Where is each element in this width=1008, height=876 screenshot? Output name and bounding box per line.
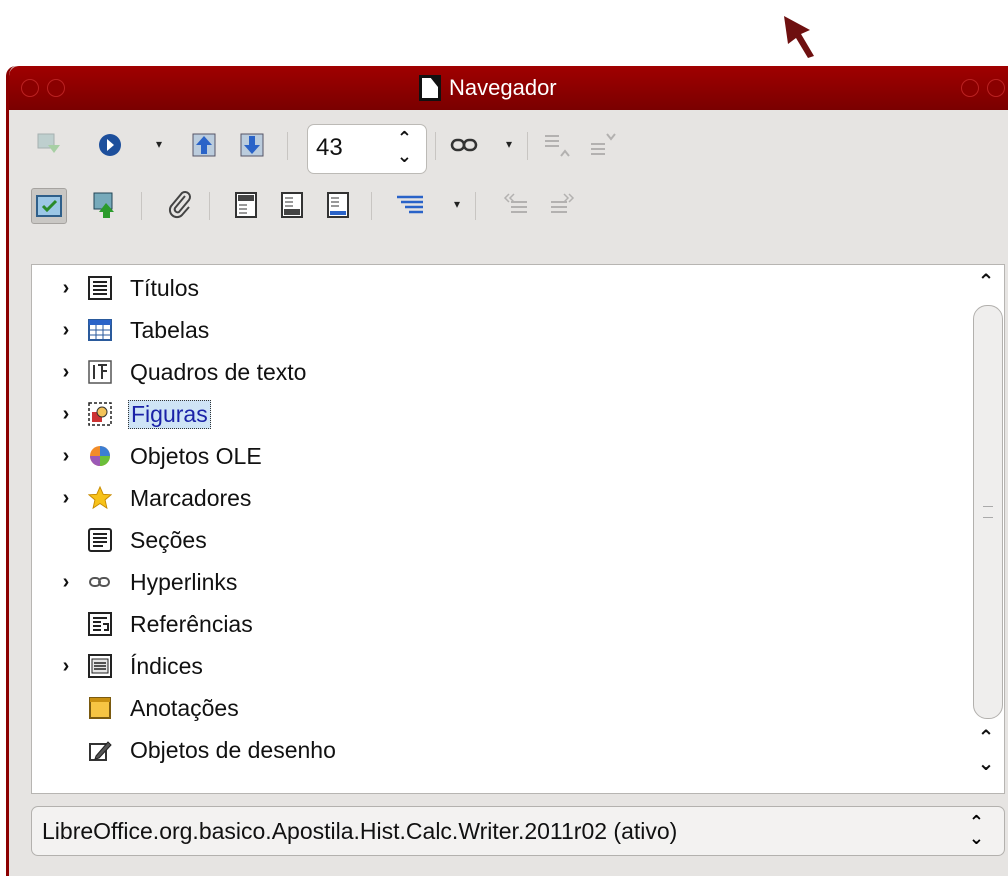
navigator-toolbar-bottom: ▾ <box>9 178 1008 230</box>
frame-icon <box>88 360 112 384</box>
tree-item-label: Hyperlinks <box>130 568 238 595</box>
maximize-button[interactable] <box>961 79 979 97</box>
heading-levels-dropdown[interactable]: ▾ <box>449 192 465 216</box>
content-view-icon[interactable] <box>31 188 67 224</box>
expand-chevron-icon[interactable]: › <box>56 403 76 426</box>
tree-item-anotacoes[interactable]: Anotações <box>32 689 952 727</box>
window-title: Navegador <box>419 74 557 102</box>
tree-item-label: Títulos <box>130 274 200 301</box>
tree-scrollbar[interactable]: ⌃ ⌃ ⌄ <box>968 265 1004 793</box>
tree-item-titulos[interactable]: › Títulos <box>32 269 952 307</box>
header-icon[interactable] <box>229 188 263 222</box>
tree-item-label: Figuras <box>128 399 211 429</box>
index-icon <box>88 654 112 678</box>
tree-item-label: Anotações <box>130 694 239 721</box>
ole-icon <box>88 444 112 468</box>
promote-chapter-icon[interactable] <box>499 188 533 222</box>
grip-icon <box>983 506 993 518</box>
tree-item-label: Marcadores <box>130 484 252 511</box>
tree-item-objetos-desenho[interactable]: Objetos de desenho <box>32 731 952 769</box>
tree-item-label: Quadros de texto <box>130 358 307 385</box>
window-menu-button[interactable] <box>21 79 39 97</box>
tree-item-label: Seções <box>130 526 207 553</box>
image-icon <box>88 402 112 426</box>
document-select[interactable]: LibreOffice.org.basico.Apostila.Hist.Cal… <box>31 806 1005 856</box>
toolbar-separator <box>435 132 436 160</box>
anchor-icon[interactable] <box>321 188 355 222</box>
toolbar-separator <box>371 192 372 220</box>
select-arrows-icon[interactable]: ⌃ ⌄ <box>969 813 984 847</box>
document-icon <box>419 75 441 101</box>
link-icon <box>88 570 112 594</box>
mouse-cursor-icon <box>784 16 814 58</box>
expand-chevron-icon[interactable]: › <box>56 487 76 510</box>
tree-item-referencias[interactable]: Referências <box>32 605 952 643</box>
tree-item-label: Objetos OLE <box>130 442 262 469</box>
heading-levels-icon[interactable] <box>393 188 427 222</box>
headings-icon <box>88 276 112 300</box>
tree-item-label: Referências <box>130 610 253 637</box>
close-button[interactable] <box>987 79 1005 97</box>
minimize-button[interactable] <box>47 79 65 97</box>
expand-chevron-icon[interactable]: › <box>56 655 76 678</box>
toolbar-separator <box>475 192 476 220</box>
scroll-up-icon[interactable]: ⌃ <box>968 269 1004 294</box>
insert-icon[interactable] <box>163 188 197 222</box>
drawing-icon <box>88 738 112 762</box>
promote-level-icon[interactable] <box>539 128 573 162</box>
scroll-up-icon[interactable]: ⌃ <box>968 725 1004 750</box>
toolbar-separator <box>141 192 142 220</box>
drag-mode-icon[interactable] <box>447 128 481 162</box>
title-bar[interactable]: Navegador <box>9 66 1008 110</box>
demote-chapter-icon[interactable] <box>545 188 579 222</box>
section-icon <box>88 528 112 552</box>
comment-icon <box>88 696 112 720</box>
expand-chevron-icon[interactable]: › <box>56 445 76 468</box>
toolbar-separator <box>209 192 210 220</box>
spin-arrows-icon[interactable]: ⌃ ⌄ <box>397 129 412 165</box>
tree-item-label: Objetos de desenho <box>130 736 336 763</box>
toolbar-separator <box>287 132 288 160</box>
table-icon <box>88 318 112 342</box>
tree-item-hyperlinks[interactable]: › Hyperlinks <box>32 563 952 601</box>
expand-chevron-icon[interactable]: › <box>56 277 76 300</box>
tree-item-figuras[interactable]: › Figuras <box>32 395 952 433</box>
expand-chevron-icon[interactable]: › <box>56 571 76 594</box>
tree-item-label: Índices <box>130 652 203 679</box>
tree-item-secoes[interactable]: Seções <box>32 521 952 559</box>
scroll-down-icon[interactable]: ⌄ <box>968 751 1004 776</box>
expand-chevron-icon[interactable]: › <box>56 319 76 342</box>
star-icon <box>88 485 112 510</box>
drag-mode-dropdown[interactable]: ▾ <box>501 132 517 156</box>
navigate-by-dropdown[interactable]: ▾ <box>151 132 167 156</box>
navigator-window: Navegador ▾ 43 ⌃ ⌄ ▾ ▾ › Títulos › Tabel… <box>6 66 1008 876</box>
update-icon[interactable] <box>89 188 123 222</box>
navigate-by-icon[interactable] <box>93 128 127 162</box>
content-tree[interactable]: › Títulos › Tabelas › Quadros de texto › <box>31 264 1005 794</box>
tree-item-tabelas[interactable]: › Tabelas <box>32 311 952 349</box>
tree-item-indices[interactable]: › Índices <box>32 647 952 685</box>
tree-item-quadros[interactable]: › Quadros de texto <box>32 353 952 391</box>
document-select-value: LibreOffice.org.basico.Apostila.Hist.Cal… <box>42 818 678 844</box>
expand-chevron-icon[interactable]: › <box>56 361 76 384</box>
scrollbar-thumb[interactable] <box>973 305 1003 719</box>
toggle-icon[interactable] <box>33 128 67 162</box>
tree-item-objetos-ole[interactable]: › Objetos OLE <box>32 437 952 475</box>
next-icon[interactable] <box>235 128 269 162</box>
page-number-value[interactable]: 43 <box>316 134 343 162</box>
footer-icon[interactable] <box>275 188 309 222</box>
page-number-spinbox[interactable]: 43 ⌃ ⌄ <box>307 124 427 174</box>
reference-icon <box>88 612 112 636</box>
toolbar-separator <box>527 132 528 160</box>
demote-level-icon[interactable] <box>585 128 619 162</box>
tree-item-label: Tabelas <box>130 316 210 343</box>
previous-icon[interactable] <box>187 128 221 162</box>
tree-item-marcadores[interactable]: › Marcadores <box>32 479 952 517</box>
navigator-toolbar-top: ▾ 43 ⌃ ⌄ ▾ <box>9 118 1008 174</box>
